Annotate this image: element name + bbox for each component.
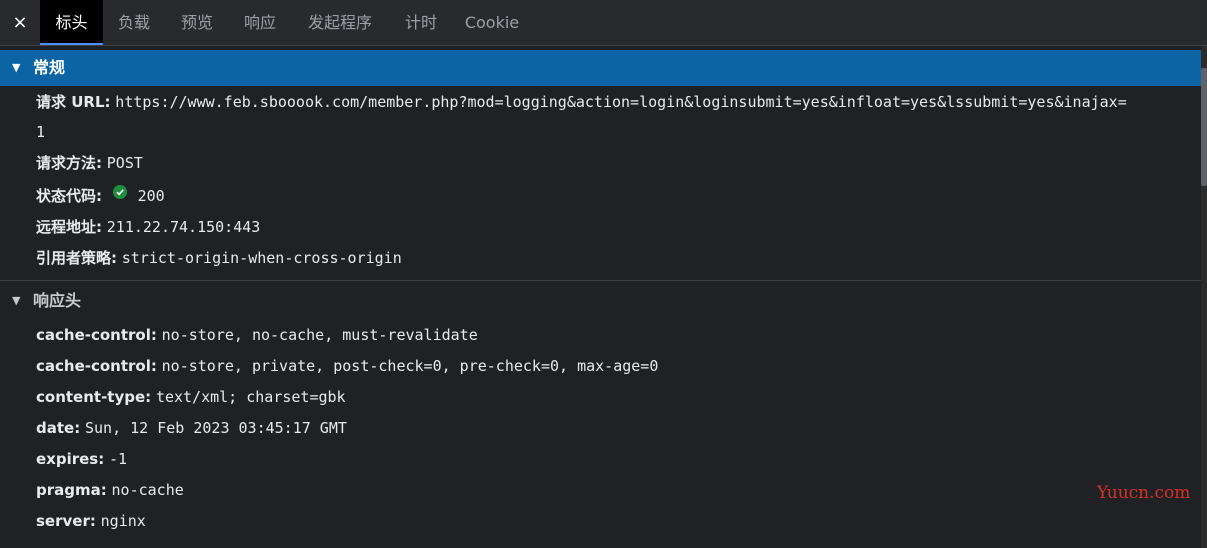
tab-headers[interactable]: 标头 [40, 0, 103, 45]
request-url-value: https://www.feb.sbooook.com/member.php?m… [115, 93, 1127, 111]
watermark-text: Yuucn.com [1097, 483, 1191, 503]
referrer-policy-value: strict-origin-when-cross-origin [121, 249, 402, 267]
request-url-key: 请求 URL: [36, 93, 111, 111]
header-row: date: Sun, 12 Feb 2023 03:45:17 GMT [36, 418, 347, 438]
request-url-value-wrap: 1 [36, 123, 46, 141]
request-method-key: 请求方法: [36, 154, 102, 172]
referrer-policy-key: 引用者策略: [36, 249, 117, 267]
header-value: -1 [109, 450, 128, 468]
request-url-row-wrap: 1 [36, 122, 45, 142]
header-row: cache-control: no-store, no-cache, must-… [36, 325, 478, 345]
devtools-headers-panel: × 标头 负载 预览 响应 发起程序 计时 Cookie ▼ 常规 请求 URL… [0, 0, 1207, 548]
header-key: expires: [36, 450, 105, 468]
header-value: no-cache [111, 481, 184, 499]
general-section-title: 常规 [33, 58, 66, 77]
request-url-row: 请求 URL: https://www.feb.sbooook.com/memb… [36, 92, 1127, 112]
header-value: Sun, 12 Feb 2023 03:45:17 GMT [84, 419, 347, 437]
header-key: content-type: [36, 388, 152, 406]
expand-triangle-icon: ▼ [12, 294, 21, 307]
tab-payload[interactable]: 负载 [108, 0, 160, 45]
header-key: cache-control: [36, 326, 157, 344]
tab-timing[interactable]: 计时 [395, 0, 447, 45]
tab-initiator[interactable]: 发起程序 [297, 0, 383, 45]
header-key: cache-control: [36, 357, 157, 375]
check-circle-icon [112, 185, 127, 199]
expand-triangle-icon: ▼ [12, 61, 21, 74]
request-method-row: 请求方法: POST [36, 153, 143, 173]
remote-address-key: 远程地址: [36, 218, 102, 236]
header-row: cache-control: no-store, private, post-c… [36, 356, 658, 376]
tab-bar: × 标头 负载 预览 响应 发起程序 计时 Cookie [0, 0, 1207, 46]
header-row: expires: -1 [36, 449, 127, 469]
tab-response[interactable]: 响应 [234, 0, 286, 45]
close-icon[interactable]: × [9, 12, 31, 34]
header-key: date: [36, 419, 81, 437]
header-row: content-type: text/xml; charset=gbk [36, 387, 346, 407]
request-method-value: POST [106, 154, 143, 172]
header-row: pragma: no-cache [36, 480, 184, 500]
status-code-value: 200 [137, 187, 165, 205]
header-value: text/xml; charset=gbk [155, 388, 346, 406]
referrer-policy-row: 引用者策略: strict-origin-when-cross-origin [36, 248, 402, 268]
header-value: nginx [100, 512, 146, 530]
status-code-key: 状态代码: [36, 187, 102, 205]
tab-preview[interactable]: 预览 [171, 0, 223, 45]
headers-content: ▼ 常规 请求 URL: https://www.feb.sbooook.com… [0, 46, 1201, 548]
response-headers-section-title: 响应头 [33, 291, 82, 310]
header-value: no-store, private, post-check=0, pre-che… [161, 357, 659, 375]
remote-address-row: 远程地址: 211.22.74.150:443 [36, 217, 260, 237]
response-headers-section-header[interactable]: ▼ 响应头 [0, 283, 1201, 319]
scrollbar-thumb[interactable] [1201, 68, 1207, 186]
header-key: pragma: [36, 481, 107, 499]
tab-cookies[interactable]: Cookie [458, 0, 526, 45]
header-value: no-store, no-cache, must-revalidate [161, 326, 478, 344]
remote-address-value: 211.22.74.150:443 [106, 218, 261, 236]
general-section-header[interactable]: ▼ 常规 [0, 50, 1201, 86]
section-divider [0, 280, 1201, 281]
status-code-row: 状态代码: 200 [36, 185, 165, 206]
header-key: server: [36, 512, 96, 530]
header-row: server: nginx [36, 511, 146, 531]
